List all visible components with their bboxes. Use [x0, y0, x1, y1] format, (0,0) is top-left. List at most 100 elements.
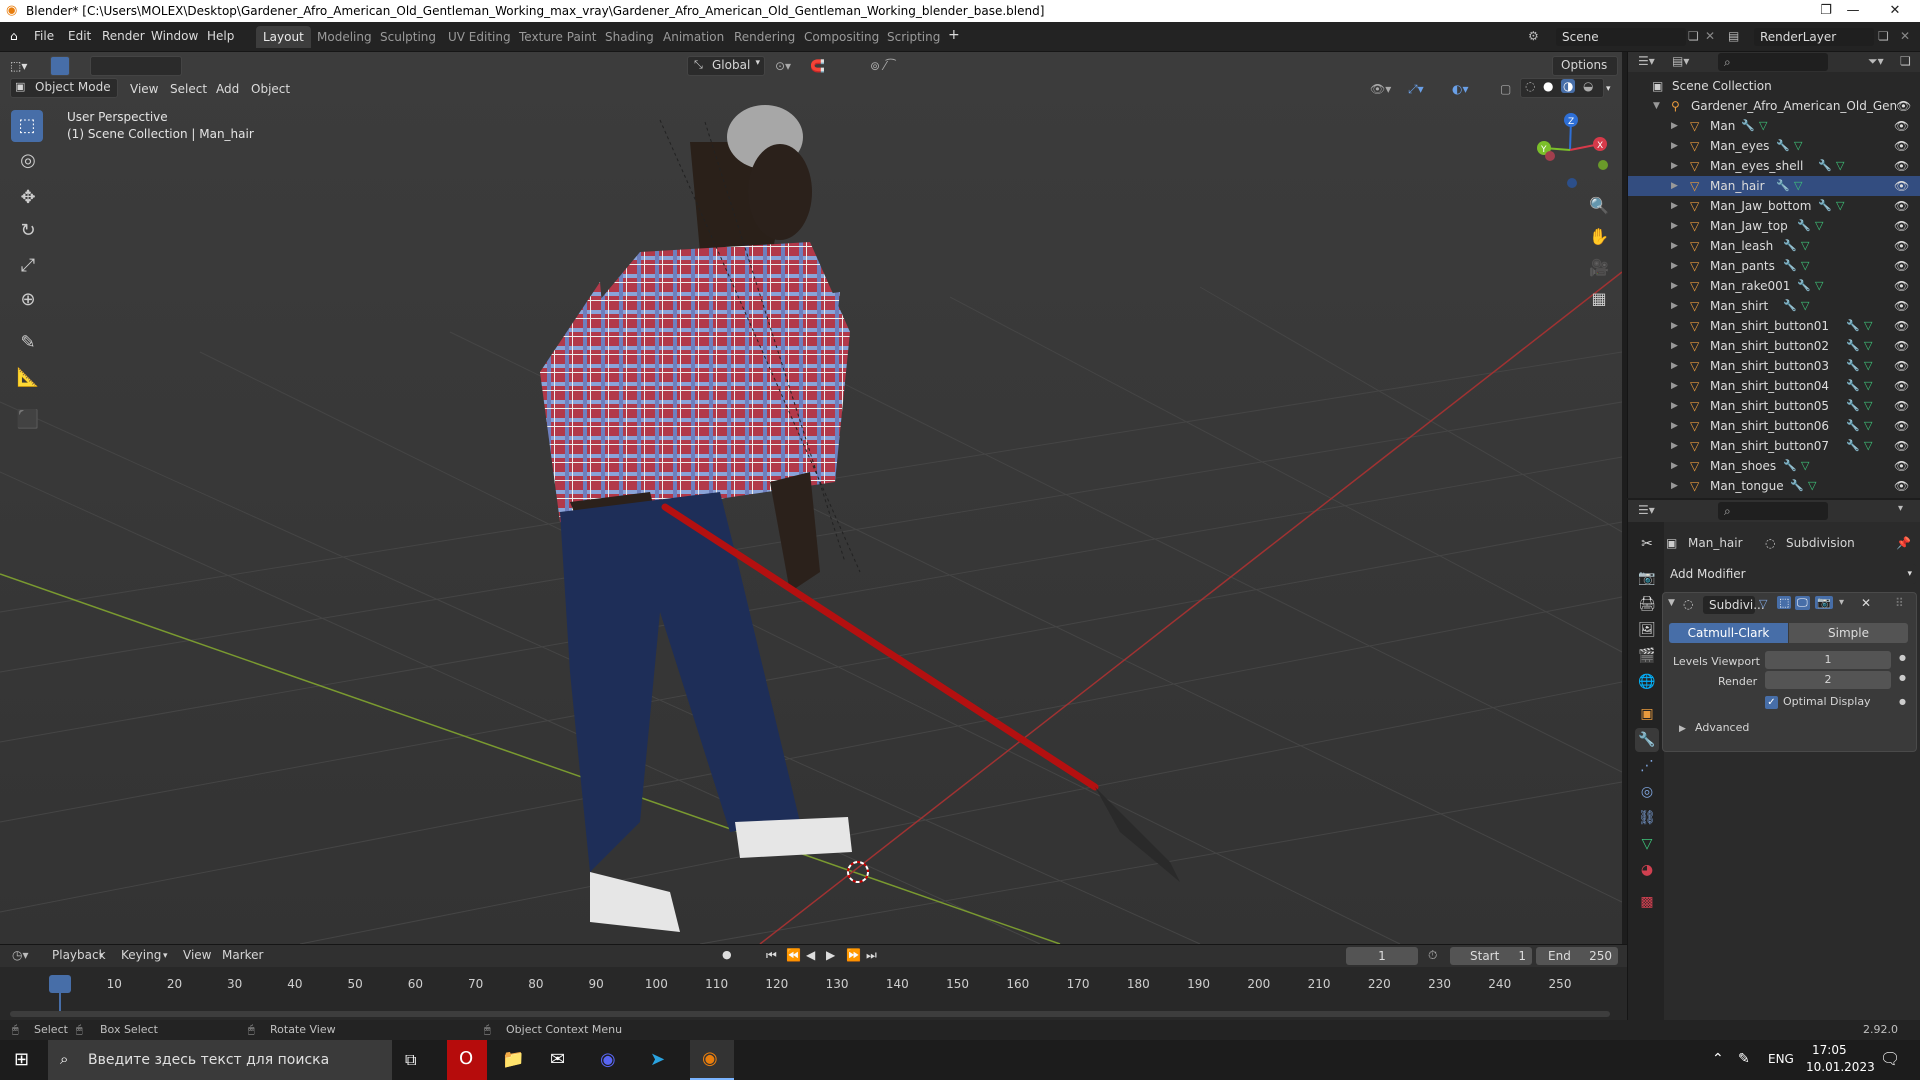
- expand-advanced-icon[interactable]: ▶: [1679, 724, 1686, 734]
- world-tab-icon[interactable]: 🌐: [1635, 670, 1659, 694]
- selection-modes[interactable]: [90, 56, 182, 76]
- measure-tool-icon[interactable]: 📐: [12, 362, 44, 394]
- eye-icon[interactable]: 👁: [1894, 416, 1909, 436]
- mesh-data-icon[interactable]: ▽: [1815, 216, 1823, 236]
- add-modifier-dropdown[interactable]: Add Modifier ▾: [1664, 564, 1916, 584]
- mode-dropdown[interactable]: ▣ Object Mode: [10, 78, 118, 98]
- outliner-row-collection[interactable]: ▼ ⚲ Gardener_Afro_American_Old_Gentle 👁: [1628, 96, 1920, 116]
- modifier-wrench-icon[interactable]: 🔧: [1818, 196, 1832, 216]
- outliner-row[interactable]: ▶ ▽ Man_hair 🔧 ▽ 👁: [1628, 176, 1920, 196]
- tab-animation[interactable]: Animation: [656, 26, 731, 48]
- eye-icon[interactable]: 👁: [1894, 476, 1909, 496]
- tab-uv-editing[interactable]: UV Editing: [441, 26, 518, 48]
- eye-icon[interactable]: 👁: [1894, 216, 1909, 236]
- blender-taskbar-icon[interactable]: ◉: [690, 1040, 734, 1080]
- outliner-row[interactable]: ▶ ▽ Man_shirt_button05 🔧 ▽ 👁: [1628, 396, 1920, 416]
- eye-icon[interactable]: 👁: [1894, 276, 1909, 296]
- expand-triangle-icon[interactable]: ▶: [1671, 196, 1678, 216]
- eye-icon[interactable]: 👁: [1894, 296, 1909, 316]
- delete-view-layer-icon[interactable]: ✕: [1900, 29, 1910, 43]
- select-mode-icon[interactable]: [50, 56, 70, 76]
- outliner-row[interactable]: ▶ ▽ Man_tongue 🔧 ▽ 👁: [1628, 476, 1920, 496]
- xray-icon[interactable]: ▢: [1500, 79, 1511, 99]
- keyframe-dot-icon[interactable]: ●: [1899, 697, 1906, 706]
- modifier-wrench-icon[interactable]: 🔧: [1818, 156, 1832, 176]
- mesh-data-icon[interactable]: ▽: [1801, 236, 1809, 256]
- camera-view-icon[interactable]: 🎥: [1584, 253, 1614, 283]
- eye-icon[interactable]: 👁: [1894, 136, 1909, 156]
- gizmo-icon[interactable]: ⤢▾: [1408, 79, 1424, 99]
- mesh-data-icon[interactable]: ▽: [1836, 156, 1844, 176]
- properties-editor-type-icon[interactable]: ☰▾: [1638, 503, 1655, 517]
- display-mode-icon[interactable]: ▤▾: [1672, 54, 1689, 68]
- mesh-data-icon[interactable]: ▽: [1864, 376, 1872, 396]
- clock-date[interactable]: 10.01.2023: [1806, 1060, 1875, 1074]
- modifier-wrench-icon[interactable]: 🔧: [1846, 356, 1860, 376]
- telegram-icon[interactable]: ➤: [650, 1049, 665, 1070]
- expand-triangle-icon[interactable]: ▶: [1671, 216, 1678, 236]
- render-levels-field[interactable]: 2: [1765, 671, 1891, 689]
- outliner-row[interactable]: ▶ ▽ Man_shoes 🔧 ▽ 👁: [1628, 456, 1920, 476]
- mesh-data-icon[interactable]: ▽: [1759, 116, 1767, 136]
- add-cube-tool-icon[interactable]: ⬛: [12, 404, 44, 436]
- tab-sculpting[interactable]: Sculpting: [373, 26, 443, 48]
- cage-toggle-icon[interactable]: ⬚: [1777, 596, 1792, 609]
- mesh-data-icon[interactable]: ▽: [1864, 396, 1872, 416]
- optimal-display-checkbox[interactable]: ✓: [1765, 696, 1778, 709]
- catmull-clark-button[interactable]: Catmull-Clark: [1669, 623, 1788, 643]
- discord-icon[interactable]: ◉: [600, 1049, 616, 1070]
- rotate-tool-icon[interactable]: ↻: [12, 215, 44, 247]
- expand-triangle-icon[interactable]: ▼: [1653, 96, 1660, 116]
- add-workspace-button[interactable]: +: [948, 27, 960, 43]
- outliner-row[interactable]: ▶ ▽ Man_Jaw_bottom 🔧 ▽ 👁: [1628, 196, 1920, 216]
- ortho-grid-icon[interactable]: ▦: [1584, 284, 1614, 314]
- pen-icon[interactable]: ✎: [1738, 1051, 1750, 1067]
- outliner-row[interactable]: ▶ ▽ Man_shirt 🔧 ▽ 👁: [1628, 296, 1920, 316]
- timeline-scrollbar[interactable]: [10, 1011, 1610, 1017]
- scene-tab-icon[interactable]: 🎬: [1635, 644, 1659, 668]
- solid-shading-icon[interactable]: ●: [1543, 79, 1553, 93]
- modifier-name-field[interactable]: Subdivi...: [1703, 596, 1765, 614]
- render-toggle-icon[interactable]: 📷: [1815, 596, 1833, 609]
- overlay-icon[interactable]: ◐▾: [1452, 79, 1469, 99]
- playhead-marker[interactable]: [49, 975, 71, 993]
- eye-icon[interactable]: 👁: [1894, 256, 1909, 276]
- scene-field[interactable]: Scene: [1556, 28, 1686, 46]
- zoom-icon[interactable]: 🔍: [1584, 191, 1614, 221]
- eye-icon[interactable]: 👁: [1894, 356, 1909, 376]
- outliner-row[interactable]: ▶ ▽ Man_shirt_button02 🔧 ▽ 👁: [1628, 336, 1920, 356]
- simple-button[interactable]: Simple: [1789, 623, 1908, 643]
- expand-triangle-icon[interactable]: ▶: [1671, 456, 1678, 476]
- outliner-row[interactable]: ▶ ▽ Man_eyes 🔧 ▽ 👁: [1628, 136, 1920, 156]
- mesh-data-icon[interactable]: ▽: [1794, 176, 1802, 196]
- rendered-shading-icon[interactable]: ◒: [1583, 79, 1593, 93]
- outliner-row-root[interactable]: ▣ Scene Collection: [1628, 76, 1920, 96]
- mesh-data-icon[interactable]: ▽: [1801, 456, 1809, 476]
- proportional-edit-icon[interactable]: ⊚ ⁄⁀: [870, 56, 896, 76]
- menu-object[interactable]: Object: [251, 79, 290, 99]
- task-view-icon[interactable]: ⧉: [405, 1050, 416, 1070]
- windows-start-icon[interactable]: ⊞: [14, 1049, 29, 1070]
- editor-type-icon[interactable]: ⬚▾: [10, 56, 27, 76]
- outliner-row[interactable]: ▶ ▽ Man_Jaw_top 🔧 ▽ 👁: [1628, 216, 1920, 236]
- menu-edit[interactable]: Edit: [68, 29, 91, 43]
- viewport-toggle-icon[interactable]: 🖵: [1795, 596, 1810, 610]
- modifier-menu-chevron-icon[interactable]: ▾: [1839, 597, 1844, 608]
- opera-icon[interactable]: O: [447, 1040, 487, 1080]
- modifier-wrench-icon[interactable]: 🔧: [1783, 456, 1797, 476]
- tray-chevron-icon[interactable]: ⌃: [1712, 1051, 1724, 1067]
- tab-shading[interactable]: Shading: [598, 26, 661, 48]
- mesh-data-icon[interactable]: ▽: [1864, 436, 1872, 456]
- outliner-row[interactable]: ▶ ▽ Man_rake001 🔧 ▽ 👁: [1628, 276, 1920, 296]
- menu-select[interactable]: Select: [170, 79, 207, 99]
- filter-icon[interactable]: ⏷▾: [1868, 54, 1884, 69]
- new-view-layer-icon[interactable]: ❏: [1878, 29, 1889, 43]
- remove-modifier-icon[interactable]: ✕: [1861, 596, 1871, 610]
- language-indicator[interactable]: ENG: [1768, 1052, 1794, 1066]
- blender-menu-icon[interactable]: ⌂: [10, 29, 18, 43]
- menu-render[interactable]: Render: [102, 29, 145, 43]
- outliner-row[interactable]: ▶ ▽ Man_leash 🔧 ▽ 👁: [1628, 236, 1920, 256]
- mesh-data-icon[interactable]: ▽: [1864, 356, 1872, 376]
- expand-triangle-icon[interactable]: ▶: [1671, 336, 1678, 356]
- mesh-data-icon[interactable]: ▽: [1794, 136, 1802, 156]
